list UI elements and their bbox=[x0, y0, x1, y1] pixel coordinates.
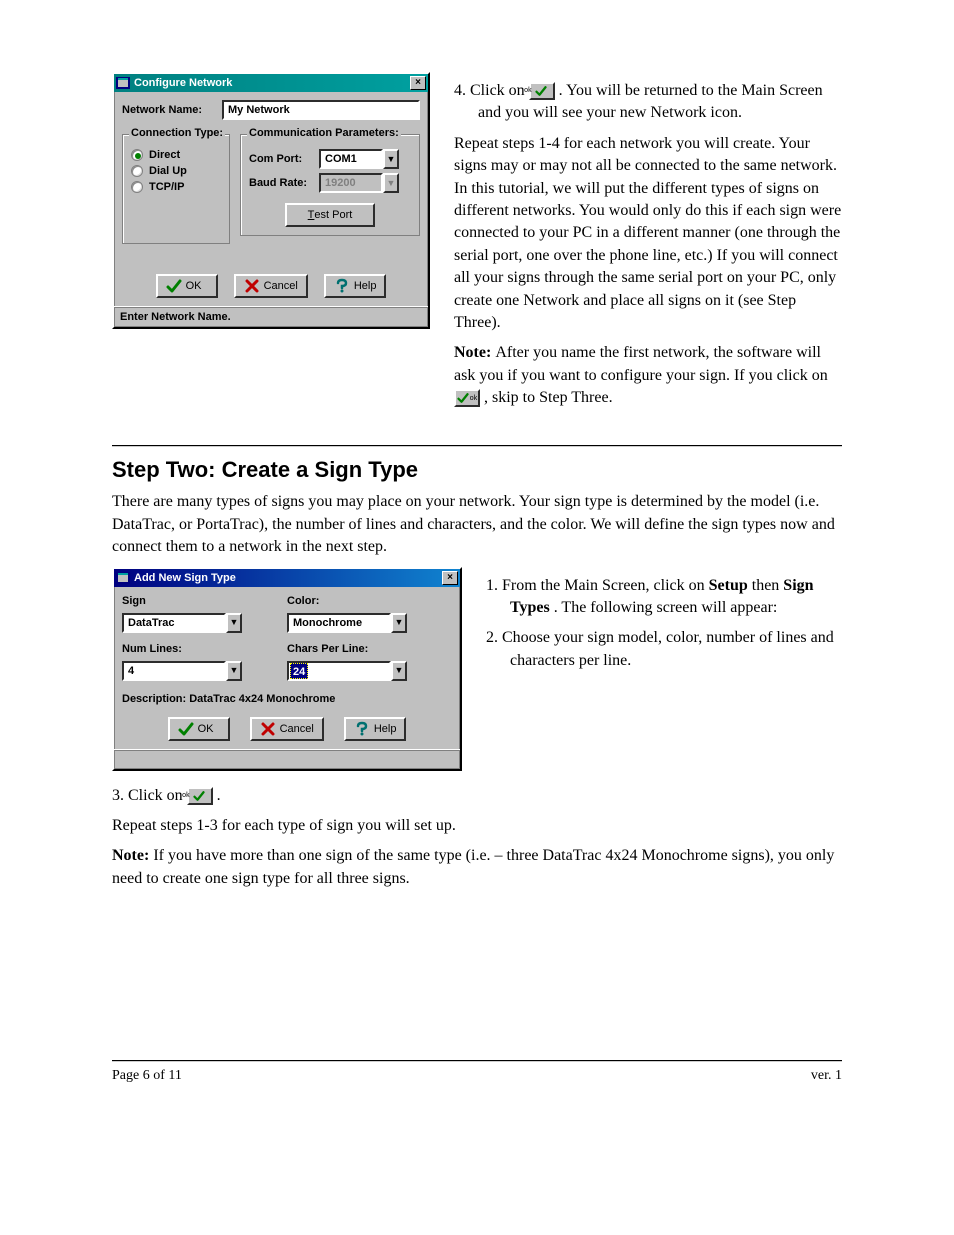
check-icon bbox=[178, 721, 194, 737]
baud-rate-value: 19200 bbox=[325, 177, 356, 189]
chevron-down-icon[interactable]: ▼ bbox=[391, 661, 407, 681]
question-icon bbox=[354, 721, 370, 737]
ok-mini-icon: ok bbox=[529, 82, 555, 100]
group-legend: Connection Type: bbox=[129, 127, 225, 139]
button-label: Cancel bbox=[280, 723, 314, 735]
configure-network-dialog: Configure Network × Network Name: Connec… bbox=[112, 72, 430, 329]
help-button[interactable]: Help bbox=[324, 274, 387, 298]
repeat-sign-types: Repeat steps 1-3 for each type of sign y… bbox=[112, 815, 842, 837]
color-select[interactable]: Monochrome ▼ bbox=[287, 613, 407, 633]
num-lines-label: Num Lines: bbox=[122, 643, 287, 655]
button-label: Help bbox=[374, 723, 397, 735]
instruction-3: 3. Click on ok . bbox=[136, 785, 842, 807]
baud-rate-select: 19200 ▼ bbox=[319, 173, 399, 193]
button-label: T bbox=[308, 209, 315, 221]
instruction-2: 2. Choose your sign model, color, number… bbox=[510, 627, 842, 672]
num-lines-select[interactable]: 4 ▼ bbox=[122, 661, 242, 681]
button-label: OK bbox=[186, 280, 202, 292]
repeat-paragraph: Repeat steps 1-4 for each network you wi… bbox=[454, 133, 842, 335]
dialog-title: Add New Sign Type bbox=[134, 572, 236, 584]
x-icon bbox=[260, 721, 276, 737]
divider bbox=[112, 1060, 842, 1062]
radio-dot-icon bbox=[131, 165, 143, 177]
link-step-three[interactable]: Step Three bbox=[539, 389, 608, 406]
cancel-button[interactable]: Cancel bbox=[250, 717, 324, 741]
instruction-1: 1. From the Main Screen, click on Setup … bbox=[510, 575, 842, 620]
help-button[interactable]: Help bbox=[344, 717, 407, 741]
button-label: Cancel bbox=[264, 280, 298, 292]
chevron-down-icon: ▼ bbox=[383, 173, 399, 193]
chevron-down-icon[interactable]: ▼ bbox=[226, 613, 242, 633]
cancel-button[interactable]: Cancel bbox=[234, 274, 308, 298]
color-label: Color: bbox=[287, 595, 452, 607]
ok-mini-icon: ok bbox=[454, 389, 480, 407]
note-b: Note: If you have more than one sign of … bbox=[112, 845, 842, 890]
ok-mini-icon: ok bbox=[187, 787, 213, 805]
network-name-input[interactable] bbox=[222, 100, 420, 120]
radio-label: Dial Up bbox=[149, 165, 187, 177]
status-bar: Enter Network Name. bbox=[114, 306, 428, 327]
button-label: OK bbox=[198, 723, 214, 735]
cpl-label: Chars Per Line: bbox=[287, 643, 452, 655]
app-icon bbox=[116, 572, 130, 584]
radio-label: TCP/IP bbox=[149, 181, 184, 193]
radio-dialup[interactable]: Dial Up bbox=[131, 165, 221, 177]
num-lines-value: 4 bbox=[128, 665, 134, 677]
cpl-select[interactable]: 24 ▼ bbox=[287, 661, 407, 681]
sign-select[interactable]: DataTrac ▼ bbox=[122, 613, 242, 633]
sign-label: Sign bbox=[122, 595, 287, 607]
instruction-4: 4. Click on ok . You will be returned to… bbox=[478, 80, 842, 125]
dialog-titlebar[interactable]: Add New Sign Type × bbox=[114, 569, 460, 587]
app-icon bbox=[116, 77, 130, 89]
chevron-down-icon[interactable]: ▼ bbox=[391, 613, 407, 633]
heading-step-two: Step Two: Create a Sign Type bbox=[112, 457, 842, 483]
connection-type-group: Connection Type: Direct Dial Up bbox=[122, 134, 230, 244]
check-icon bbox=[166, 278, 182, 294]
color-value: Monochrome bbox=[293, 617, 362, 629]
com-port-select[interactable]: COM1 ▼ bbox=[319, 149, 399, 169]
description-text: Description: DataTrac 4x24 Monochrome bbox=[122, 693, 452, 705]
radio-label: Direct bbox=[149, 149, 180, 161]
add-new-sign-type-dialog: Add New Sign Type × Sign DataTrac ▼ bbox=[112, 567, 462, 771]
x-icon bbox=[244, 278, 260, 294]
question-icon bbox=[334, 278, 350, 294]
com-port-value: COM1 bbox=[325, 153, 357, 165]
radio-dot-icon bbox=[131, 181, 143, 193]
chevron-down-icon[interactable]: ▼ bbox=[226, 661, 242, 681]
chevron-down-icon[interactable]: ▼ bbox=[383, 149, 399, 169]
test-port-button[interactable]: TTest Portest Port bbox=[285, 203, 375, 227]
network-name-label: Network Name: bbox=[122, 104, 222, 116]
close-icon[interactable]: × bbox=[442, 571, 458, 585]
status-bar bbox=[114, 749, 460, 769]
dialog-title: Configure Network bbox=[134, 77, 232, 89]
note-a: Note: After you name the first network, … bbox=[454, 342, 842, 409]
baud-rate-label: Baud Rate: bbox=[249, 177, 319, 189]
group-legend: Communication Parameters: bbox=[247, 127, 401, 139]
sign-value: DataTrac bbox=[128, 617, 174, 629]
status-text: Enter Network Name. bbox=[120, 311, 231, 323]
close-icon[interactable]: × bbox=[410, 76, 426, 90]
divider bbox=[112, 445, 842, 447]
com-port-label: Com Port: bbox=[249, 153, 319, 165]
ok-button[interactable]: OK bbox=[168, 717, 230, 741]
radio-tcpip[interactable]: TCP/IP bbox=[131, 181, 221, 193]
cpl-value: 24 bbox=[290, 663, 308, 679]
comm-params-group: Communication Parameters: Com Port: COM1… bbox=[240, 134, 420, 236]
footer-page: Page 6 of 11 bbox=[112, 1068, 182, 1084]
radio-dot-icon bbox=[131, 149, 143, 161]
radio-direct[interactable]: Direct bbox=[131, 149, 221, 161]
button-label: Help bbox=[354, 280, 377, 292]
footer-version: ver. 1 bbox=[811, 1068, 842, 1084]
step-two-intro: There are many types of signs you may pl… bbox=[112, 491, 842, 558]
ok-button[interactable]: OK bbox=[156, 274, 218, 298]
dialog-titlebar[interactable]: Configure Network × bbox=[114, 74, 428, 92]
